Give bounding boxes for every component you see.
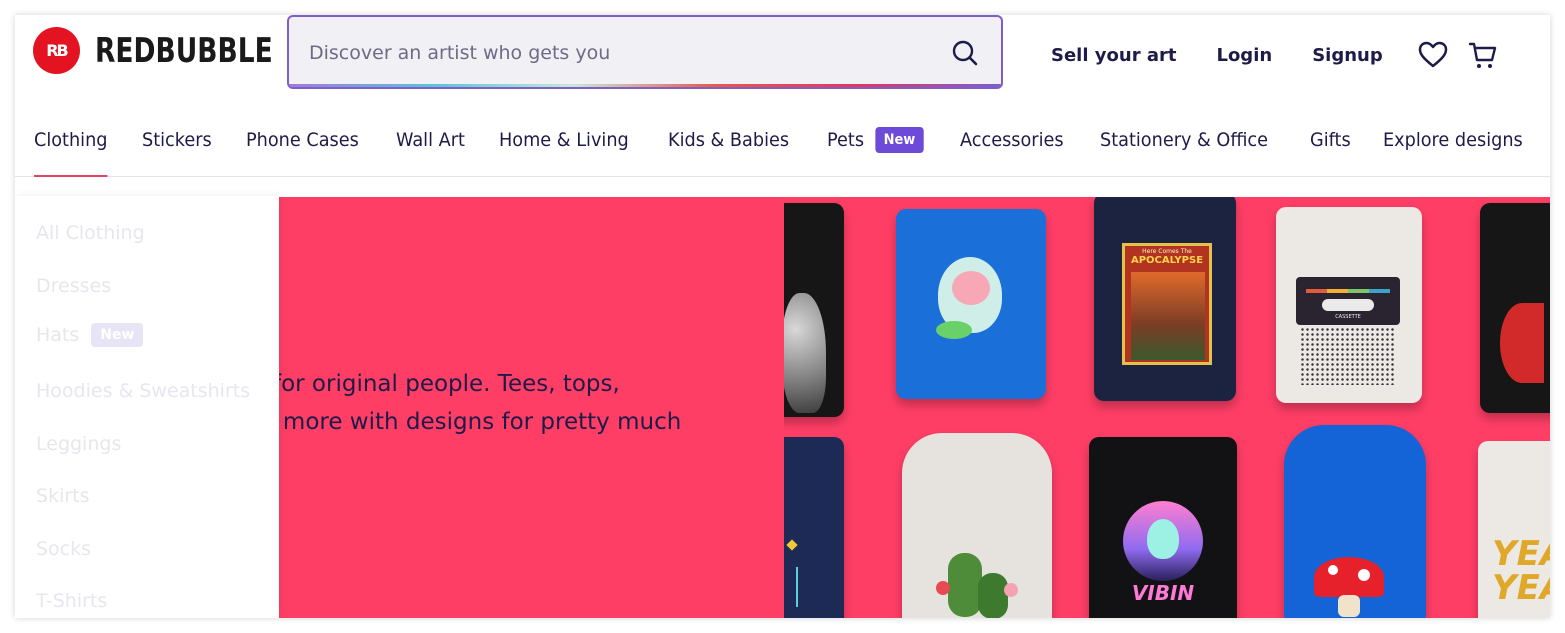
- new-badge: New: [875, 127, 924, 153]
- nav-item-gifts[interactable]: Gifts: [1310, 129, 1351, 151]
- print-caption: CASSETTE: [1335, 314, 1361, 320]
- hero-text-line: for original people. Tees, tops,: [273, 371, 620, 397]
- search-icon[interactable]: [949, 37, 981, 69]
- search-box: [287, 15, 1003, 89]
- logo-mark: RB: [33, 27, 80, 74]
- print-caption: Here Comes The: [1142, 248, 1192, 255]
- category-nav: Clothing Stickers Phone Cases Wall Art H…: [15, 105, 1550, 177]
- tshirt-white-yea: YEA YEA: [1478, 441, 1550, 618]
- nav-item-label: Gifts: [1310, 129, 1351, 151]
- dropdown-item-label: Hoodies & Sweatshirts: [36, 380, 251, 402]
- nav-item-label: Home & Living: [499, 129, 630, 151]
- nav-item-label: Clothing: [34, 129, 108, 151]
- nav-item-label: Pets: [827, 129, 865, 151]
- nav-item-home-living[interactable]: Home & Living: [499, 129, 629, 151]
- nav-item-label: Kids & Babies: [667, 129, 789, 151]
- tshirt-blue-bird: [896, 209, 1046, 399]
- nav-item-wall-art[interactable]: Wall Art: [396, 129, 465, 151]
- nav-item-kids-babies[interactable]: Kids & Babies: [668, 129, 789, 151]
- logo-text: REDBUBBLE: [95, 30, 273, 71]
- hero-text-line: d more with designs for pretty much: [261, 409, 682, 435]
- hero-product-photo: Here Comes The APOCALYPSE CASSETTE VIBIN…: [784, 197, 1550, 618]
- dropdown-item-dresses[interactable]: Dresses: [36, 275, 111, 297]
- new-badge: New: [91, 323, 144, 347]
- dropdown-item-label: Leggings: [36, 433, 122, 455]
- nav-item-stickers[interactable]: Stickers: [142, 129, 212, 151]
- tshirt-black-moon: [784, 203, 844, 417]
- dropdown-item-label: Hats: [36, 324, 80, 346]
- signup-link[interactable]: Signup: [1312, 45, 1383, 66]
- nav-item-explore-designs[interactable]: Explore designs: [1383, 129, 1523, 151]
- header: RB REDBUBBLE Sell your art Login Signup: [15, 15, 1550, 105]
- nav-item-label: Wall Art: [396, 129, 466, 151]
- sell-your-art-link[interactable]: Sell your art: [1051, 45, 1176, 66]
- print-caption: YEA: [1492, 534, 1550, 574]
- nav-item-label: Stickers: [142, 129, 212, 151]
- top-links: Sell your art Login Signup: [1051, 39, 1517, 71]
- dropdown-item-label: T-Shirts: [36, 590, 108, 612]
- dropdown-item-label: All Clothing: [36, 222, 145, 244]
- nav-item-phone-cases[interactable]: Phone Cases: [246, 129, 359, 151]
- dropdown-item-t-shirts[interactable]: T-Shirts: [36, 590, 107, 612]
- nav-item-label: Accessories: [960, 129, 1064, 151]
- dropdown-item-hoodies-sweatshirts[interactable]: Hoodies & Sweatshirts: [36, 380, 250, 402]
- dropdown-item-label: Dresses: [36, 275, 112, 297]
- hoodie-white-cactus: [902, 433, 1052, 618]
- hoodie-blue-mushroom: [1284, 425, 1426, 618]
- dropdown-item-label: Skirts: [36, 485, 90, 507]
- clothing-dropdown-menu: All Clothing Dresses Hats New Hoodies & S…: [15, 196, 279, 618]
- sweatshirt-white-cassette: CASSETTE: [1276, 207, 1422, 403]
- dropdown-item-hats[interactable]: Hats New: [36, 323, 144, 347]
- redbubble-logo[interactable]: RB REDBUBBLE: [33, 27, 323, 74]
- page-frame: RB REDBUBBLE Sell your art Login Signup: [15, 15, 1550, 618]
- logo-mark-text: RB: [46, 41, 68, 60]
- nav-item-pets[interactable]: Pets New: [827, 127, 924, 153]
- nav-item-label: Stationery & Office: [1100, 129, 1269, 151]
- nav-item-accessories[interactable]: Accessories: [960, 129, 1064, 151]
- print-caption: VIBIN: [1131, 581, 1195, 605]
- nav-item-label: Explore designs: [1382, 129, 1523, 151]
- search-input[interactable]: [309, 37, 929, 69]
- heart-icon[interactable]: [1417, 39, 1449, 71]
- login-link[interactable]: Login: [1216, 45, 1272, 66]
- nav-item-clothing[interactable]: Clothing: [34, 129, 108, 177]
- dropdown-item-skirts[interactable]: Skirts: [36, 485, 90, 507]
- nav-item-stationery-office[interactable]: Stationery & Office: [1100, 129, 1268, 151]
- tshirt-black-heart: [1480, 203, 1550, 413]
- dropdown-item-all-clothing[interactable]: All Clothing: [36, 222, 145, 244]
- dropdown-item-label: Socks: [36, 538, 92, 560]
- nav-item-label: Phone Cases: [246, 129, 359, 151]
- dropdown-item-leggings[interactable]: Leggings: [36, 433, 121, 455]
- tshirt-navy-stars: [784, 437, 844, 618]
- print-title: APOCALYPSE: [1130, 255, 1204, 266]
- sweatshirt-black-vibin: VIBIN: [1089, 437, 1237, 618]
- cart-icon[interactable]: [1467, 39, 1499, 71]
- hoodie-navy-apocalypse: Here Comes The APOCALYPSE: [1094, 197, 1236, 401]
- dropdown-item-socks[interactable]: Socks: [36, 538, 91, 560]
